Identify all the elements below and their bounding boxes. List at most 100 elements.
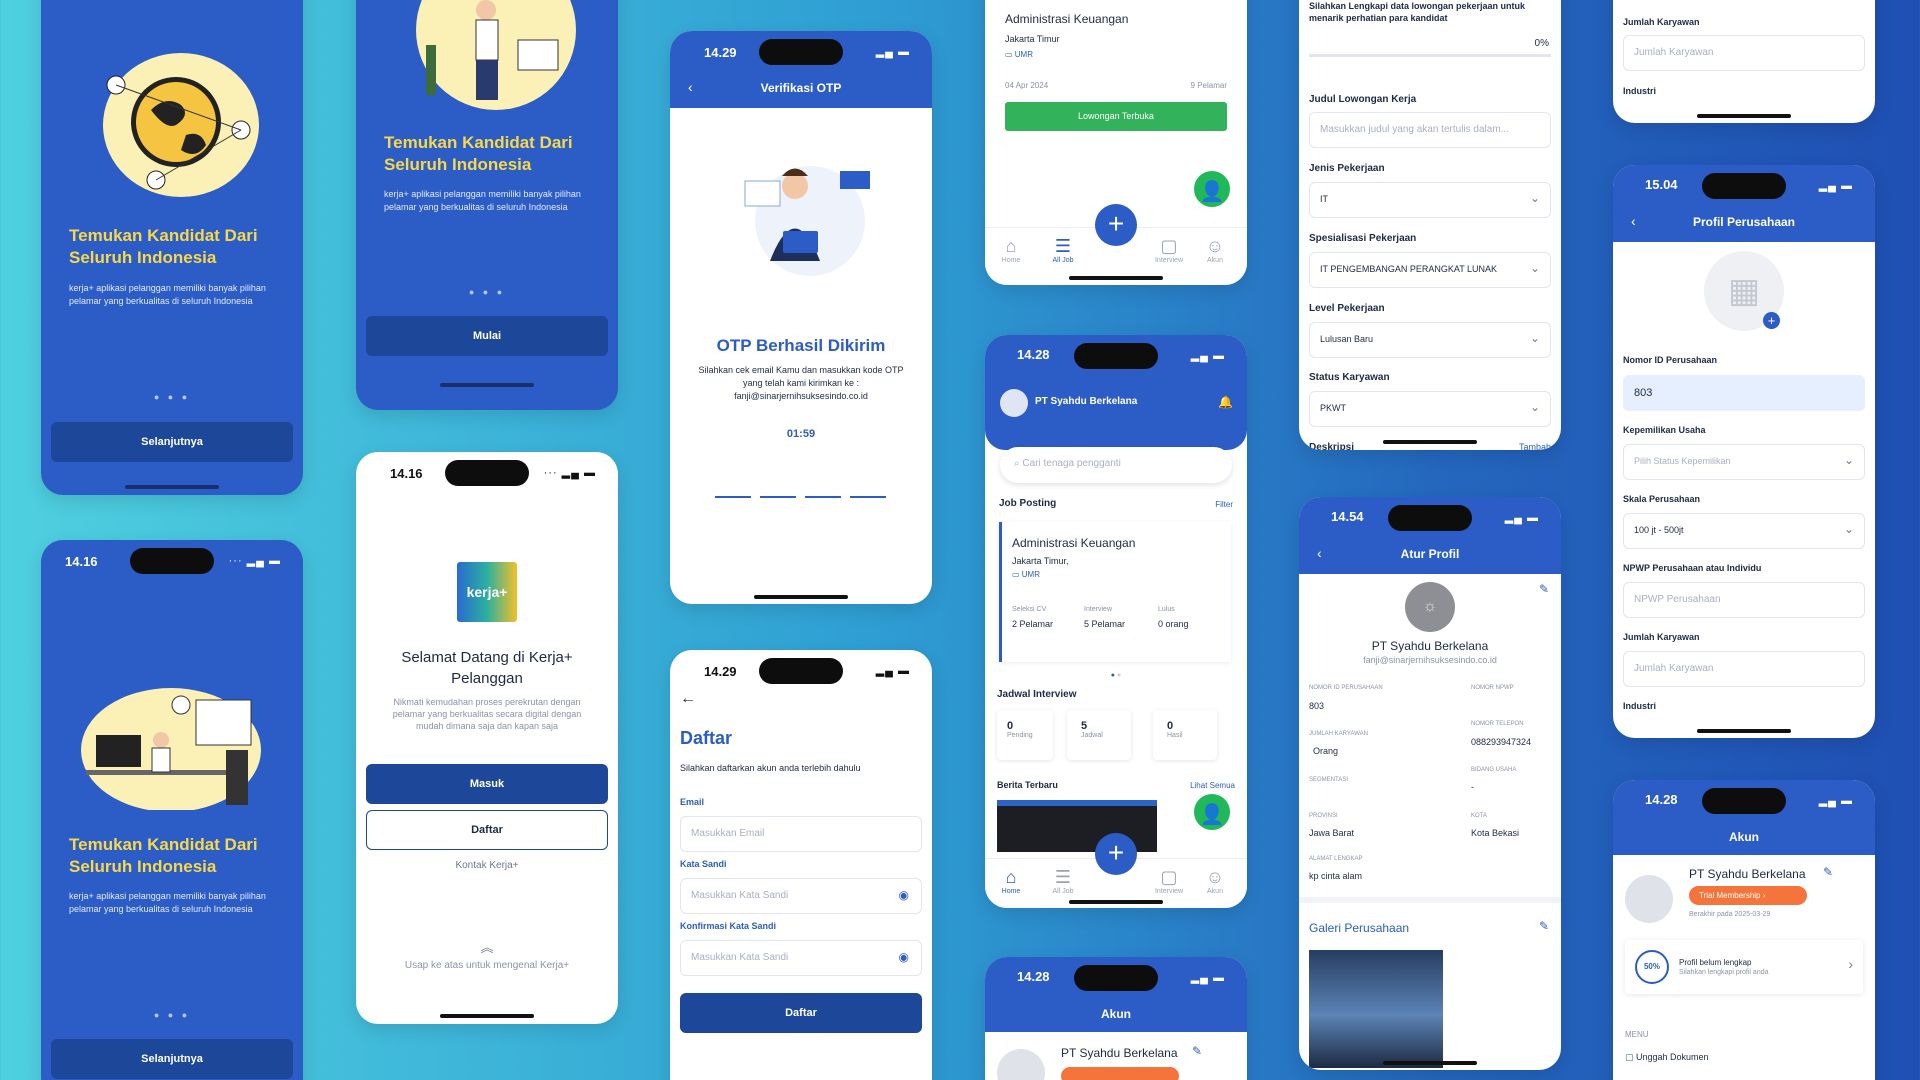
field-value: -	[1471, 782, 1474, 792]
schedule-title: Jadwal Interview	[997, 689, 1077, 700]
otp-input-1[interactable]	[715, 496, 751, 498]
field-value: 803	[1309, 701, 1325, 711]
membership-badge[interactable]: Trial Membership ›	[1689, 886, 1807, 905]
profile-fab[interactable]: 👤	[1191, 791, 1233, 833]
add-job-button[interactable]: +	[1095, 833, 1137, 875]
field-label: KOTA	[1471, 813, 1487, 819]
posted-date: 04 Apr 2024	[1005, 81, 1049, 90]
job-level-select[interactable]: Lulusan Baru ⌄	[1309, 322, 1551, 358]
job-type-select[interactable]: IT ⌄	[1309, 182, 1551, 218]
eye-icon[interactable]: ◉	[899, 888, 909, 902]
add-description-link[interactable]: Tambah	[1519, 442, 1551, 450]
edit-icon[interactable]: ✎	[1539, 582, 1549, 596]
job-title-label: Judul Lowongan Kerja	[1309, 94, 1417, 105]
completion-description: Silahkan lengkapi profil anda	[1679, 969, 1769, 976]
welcome-title: Selamat Datang di Kerja+ Pelanggan	[401, 649, 573, 687]
nav-interview[interactable]: ▢ Interview	[1149, 236, 1189, 264]
password-field[interactable]: Masukkan Kata Sandi ◉	[680, 878, 922, 914]
company-scale-select[interactable]: 100 jt - 500jt ⌄	[1623, 513, 1865, 549]
otp-input-3[interactable]	[805, 496, 841, 498]
search-input[interactable]: ⌕ Cari tenaga pengganti	[1000, 447, 1232, 483]
register-submit-button[interactable]: Daftar	[680, 993, 922, 1033]
next-button[interactable]: Selanjutnya	[51, 1039, 293, 1079]
edit-icon[interactable]: ✎	[1539, 919, 1549, 933]
account-screen: 14.28 ▂▄ ▬ Akun PT Syahdu Berkelana ✎ Tri…	[1613, 780, 1875, 1080]
home-indicator	[1383, 440, 1477, 444]
home-indicator	[1069, 900, 1163, 904]
register-button[interactable]: Daftar	[366, 810, 608, 850]
app-logo: kerja+	[457, 562, 517, 622]
employee-count-label: Jumlah Karyawan	[1623, 632, 1700, 642]
company-logo-placeholder[interactable]: ☼	[1405, 582, 1455, 632]
otp-input-2[interactable]	[760, 496, 796, 498]
nav-all-job[interactable]: ☰ All Job	[1043, 867, 1083, 895]
employee-count-field[interactable]: Jumlah Karyawan	[1623, 651, 1865, 687]
company-id-label: Nomor ID Perusahaan	[1623, 355, 1718, 365]
salary-tag: ▭ UMR	[1005, 50, 1033, 59]
company-id-field[interactable]: 803	[1623, 375, 1865, 411]
add-job-button[interactable]: +	[1095, 204, 1137, 246]
next-button[interactable]: Selanjutnya	[51, 422, 293, 462]
ownership-select[interactable]: Pilih Status Kepemilikan ⌄	[1623, 444, 1865, 480]
nav-account[interactable]: ☺ Akun	[1195, 236, 1235, 264]
back-arrow-icon[interactable]: ←	[680, 690, 696, 708]
npwp-label: NPWP Perusahaan atau Individu	[1623, 563, 1762, 573]
home-indicator	[1697, 729, 1791, 733]
edit-icon[interactable]: ✎	[1192, 1044, 1202, 1058]
applicant-count: 9 Pelamar	[1190, 81, 1227, 90]
edit-icon[interactable]: ✎	[1823, 865, 1833, 879]
profile-fab[interactable]: 👤	[1191, 168, 1233, 210]
home-icon: ⌂	[1005, 236, 1017, 256]
email-field[interactable]: Masukkan Email	[680, 816, 922, 852]
login-button[interactable]: Masuk	[366, 764, 608, 804]
schedule-card-pending[interactable]: 0 Pending	[997, 710, 1053, 760]
home-indicator	[1697, 114, 1791, 118]
job-status-button[interactable]: Lowongan Terbuka	[1005, 102, 1227, 131]
gallery-title: Galeri Perusahaan	[1309, 921, 1410, 935]
eye-icon[interactable]: ◉	[899, 950, 909, 964]
job-form-screen: Silahkan Lengkapi data lowongan pekerjaa…	[1299, 0, 1561, 450]
register-screen: 14.29 ▂▄ ▬ ← Daftar Silahkan daftarkan ak…	[670, 650, 932, 1080]
avatar	[997, 1049, 1045, 1080]
avatar	[1000, 389, 1028, 417]
job-card[interactable]: Administrasi Keuangan Jakarta Timur, ▭ U…	[999, 522, 1231, 662]
confirm-password-field[interactable]: Masukkan Kata Sandi ◉	[680, 940, 922, 976]
menu-heading: MENU	[1625, 1030, 1649, 1039]
stat-label: Lulus	[1158, 606, 1175, 613]
specialization-select[interactable]: IT PENGEMBANGAN PERANGKAT LUNAK ⌄	[1309, 252, 1551, 288]
field-label: JUMLAH KARYAWAN	[1309, 731, 1369, 737]
npwp-field[interactable]: NPWP Perusahaan	[1623, 582, 1865, 618]
nav-interview[interactable]: ▢ Interview	[1149, 867, 1189, 895]
filter-button[interactable]: Filter	[1215, 500, 1233, 509]
welcome-screen: 14.16 ··· ▂▄ ▬ kerja+ Selamat Datang di K…	[356, 452, 618, 1024]
onboarding-title: Temukan Kandidat Dari Seluruh Indonesia	[384, 133, 573, 174]
employee-count-field[interactable]: Jumlah Karyawan	[1623, 35, 1865, 71]
stat-label: Seleksi CV	[1012, 606, 1047, 613]
job-title-field[interactable]: Masukkan judul yang akan tertulis dalam.…	[1309, 112, 1551, 148]
profile-completion-card[interactable]: 50% Profil belum lengkap Silahkan lengka…	[1625, 940, 1863, 994]
employee-status-select[interactable]: PKWT ⌄	[1309, 391, 1551, 427]
nav-home[interactable]: ⌂ Home	[991, 236, 1031, 264]
onboarding-description: kerja+ aplikasi pelanggan memiliki banya…	[384, 189, 581, 212]
company-form-partial: Jumlah Karyawan Jumlah Karyawan Industri	[1613, 0, 1875, 123]
nav-home[interactable]: ⌂ Home	[991, 867, 1031, 895]
completion-percent: 50%	[1635, 950, 1669, 984]
start-button[interactable]: Mulai	[366, 316, 608, 356]
contact-link[interactable]: Kontak Kerja+	[356, 860, 618, 871]
otp-input-4[interactable]	[850, 496, 886, 498]
membership-badge[interactable]	[1061, 1067, 1179, 1080]
account-screen-preview: 14.28 ▂▄ ▬ Akun PT Syahdu Berkelana ✎	[985, 957, 1247, 1080]
menu-item-upload[interactable]: ▢ Unggah Dokumen	[1625, 1052, 1709, 1063]
schedule-card-scheduled[interactable]: 5 Jadwal	[1067, 710, 1131, 760]
onboarding-title: Temukan Kandidat Dari Seluruh Indonesia	[69, 835, 258, 876]
gallery-image[interactable]	[1309, 950, 1443, 1068]
nav-all-job[interactable]: ☰ All Job	[1043, 236, 1083, 264]
stat-label: Interview	[1084, 606, 1113, 613]
see-all-link[interactable]: Lihat Semua	[1190, 781, 1235, 790]
add-photo-icon[interactable]: +	[1763, 312, 1780, 329]
user-icon: ☺	[1205, 867, 1225, 887]
news-title: Berita Terbaru	[997, 780, 1058, 790]
bell-icon[interactable]: 🔔	[1218, 395, 1233, 409]
schedule-card-results[interactable]: 0 Hasil	[1153, 710, 1217, 760]
nav-account[interactable]: ☺ Akun	[1195, 867, 1235, 895]
